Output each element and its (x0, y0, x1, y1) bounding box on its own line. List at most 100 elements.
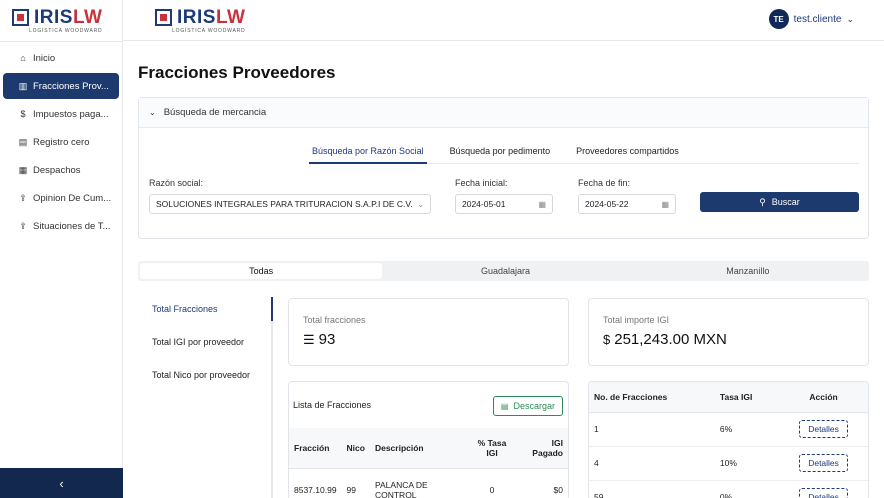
fracciones-table-wrap: Fracción Nico Descripción % Tasa IGI IGI… (289, 428, 568, 498)
chevron-down-icon: ⌄ (846, 13, 854, 24)
cell-tasa-igi: 6% (714, 412, 780, 447)
calendar-icon: ▦ (538, 199, 546, 209)
fracciones-list-card: Lista de Fracciones ▤ Descargar Fracción… (288, 381, 569, 498)
descargar-label: Descargar (513, 401, 555, 411)
chart-icon: ▥ (18, 80, 28, 91)
download-file-icon: ▤ (500, 401, 509, 411)
total-fracciones-card: Total fracciones ☰ 93 (288, 298, 569, 366)
cell-tasa-igi: 0% (714, 480, 780, 498)
avatar: TE (768, 9, 789, 29)
sidebar-nav: ⌂ Inicio ▥ Fracciones Prov... $ Impuestos p… (0, 45, 122, 239)
per-tasa-table: No. de Fracciones Tasa IGI Acción 1 6% D… (589, 382, 868, 498)
table-row: 4 10% Detalles (589, 446, 868, 481)
fecha-fin-value: 2024-05-22 (585, 199, 629, 209)
razon-social-value: SOLUCIONES INTEGRALES PARA TRITURACION S… (156, 199, 413, 209)
list-title: Lista de Fracciones (293, 400, 372, 410)
col-no-fracciones: No. de Fracciones (589, 382, 715, 413)
tab-total-igi-proveedor[interactable]: Total IGI por proveedor (152, 337, 244, 347)
total-igi-value-row: $ 251,243.00 MXN (603, 331, 727, 348)
logo-mark-icon (12, 8, 29, 26)
razon-social-select[interactable]: SOLUCIONES INTEGRALES PARA TRITURACION S… (149, 194, 431, 214)
sidebar-logo[interactable]: IRISLW LOGÍSTICA WOODWARD (0, 0, 122, 42)
sidebar-item-impuestos[interactable]: $ Impuestos paga... (3, 101, 119, 127)
dollar-icon: $ (20, 109, 26, 119)
tab-guadalajara[interactable]: Guadalajara (384, 261, 626, 281)
cell-descripcion: PALANCA DE CONTROL (369, 468, 468, 498)
sidebar-item-opinion[interactable]: ⇪ Opinion De Cum... (3, 185, 119, 211)
header-logo[interactable]: IRISLW LOGÍSTICA WOODWARD (155, 8, 245, 34)
table-row: 59 0% Detalles (589, 480, 868, 498)
col-accion: Acción (779, 382, 868, 413)
cell-no-fracciones: 59 (589, 480, 715, 498)
tab-manzanillo[interactable]: Manzanillo (627, 261, 869, 281)
accordion-title: Búsqueda de mercancia (163, 107, 267, 118)
cell-tasa-igi: 0 (467, 468, 517, 498)
user-menu[interactable]: TE test.cliente ⌄ (768, 9, 854, 29)
fecha-fin-input[interactable]: 2024-05-22 ▦ (578, 194, 676, 214)
search-accordion-header[interactable]: ⌄ Búsqueda de mercancia (139, 98, 868, 128)
sidebar-item-inicio[interactable]: ⌂ Inicio (3, 45, 119, 71)
calendar-icon: ▦ (661, 199, 669, 209)
chevron-down-icon: ⌄ (149, 108, 156, 117)
tab-razon-social[interactable]: Búsqueda por Razón Social (309, 146, 427, 164)
active-tab-indicator (271, 297, 273, 321)
total-igi-card: Total importe IGI $ 251,243.00 MXN (588, 298, 869, 366)
top-bar: IRISLW LOGÍSTICA WOODWARD TE test.client… (123, 0, 884, 41)
tab-pedimento[interactable]: Búsqueda por pedimento (447, 146, 554, 164)
table-header-row: No. de Fracciones Tasa IGI Acción (589, 382, 868, 413)
sidebar: IRISLW LOGÍSTICA WOODWARD ⌂ Inicio ▥ Fracc… (0, 0, 123, 498)
buscar-label: Buscar (771, 197, 800, 207)
total-igi-label: Total importe IGI (603, 315, 670, 325)
detalles-button[interactable]: Detalles (799, 420, 848, 438)
col-tasa-igi: % Tasa IGI (467, 428, 517, 469)
detalles-button[interactable]: Detalles (799, 454, 848, 472)
sidebar-item-registro[interactable]: ▤ Registro cero (3, 129, 119, 155)
sidebar-item-fracciones[interactable]: ▥ Fracciones Prov... (3, 73, 119, 99)
logo-text-iris: IRIS (34, 6, 73, 28)
fecha-fin-label: Fecha de fin: (578, 178, 631, 188)
descargar-button[interactable]: ▤ Descargar (492, 396, 563, 416)
fecha-inicial-input[interactable]: 2024-05-01 ▦ (455, 194, 553, 214)
tab-total-nico-proveedor[interactable]: Total Nico por proveedor (152, 370, 250, 380)
col-fraccion: Fracción (289, 428, 342, 469)
user-name: test.cliente (793, 13, 842, 25)
razon-social-label: Razón social: (149, 178, 204, 188)
cell-igi-pagado: $0 (516, 468, 568, 498)
logo-tagline: LOGÍSTICA WOODWARD (29, 27, 103, 34)
total-fracciones-label: Total fracciones (303, 315, 366, 325)
fecha-inicial-label: Fecha inicial: (455, 178, 508, 188)
tab-proveedores-compartidos[interactable]: Proveedores compartidos (573, 146, 682, 164)
vertical-tabs: Total Fracciones Total IGI por proveedor… (138, 297, 273, 498)
logo-text-lw: LW (215, 7, 246, 28)
tab-todas[interactable]: Todas (140, 263, 383, 279)
fracciones-table: Fracción Nico Descripción % Tasa IGI IGI… (289, 428, 568, 498)
page-title: Fracciones Proveedores (138, 63, 336, 82)
location-tabs: Todas Guadalajara Manzanillo (138, 261, 869, 281)
main-content: Fracciones Proveedores ⌄ Búsqueda de mer… (138, 41, 884, 498)
col-nico: Nico (341, 428, 370, 469)
detalles-button[interactable]: Detalles (799, 488, 848, 498)
sidebar-item-label: Registro cero (33, 136, 90, 148)
upload-icon: ⇪ (19, 220, 27, 231)
buscar-button[interactable]: ⚲ Buscar (700, 192, 859, 212)
col-tasa-igi: Tasa IGI (714, 382, 780, 413)
sidebar-item-label: Inicio (33, 52, 56, 64)
search-tabs: Búsqueda por Razón Social Búsqueda por p… (309, 146, 859, 164)
tab-total-fracciones[interactable]: Total Fracciones (152, 304, 218, 314)
sidebar-item-situaciones[interactable]: ⇪ Situaciones de T... (3, 213, 119, 239)
table-row: 1 6% Detalles (589, 412, 868, 447)
sidebar-collapse-button[interactable]: ‹ (0, 468, 123, 498)
calendar-icon: ▦ (18, 164, 28, 175)
sidebar-item-label: Fracciones Prov... (33, 80, 109, 92)
total-fracciones-value: 93 (318, 331, 336, 348)
fecha-inicial-value: 2024-05-01 (462, 199, 506, 209)
table-header-row: Fracción Nico Descripción % Tasa IGI IGI… (289, 428, 568, 469)
logo-mark-icon (155, 9, 172, 26)
col-igi-pagado: IGI Pagado (516, 428, 568, 469)
chevron-down-icon: ⌄ (417, 199, 424, 209)
search-icon: ⚲ (759, 196, 766, 207)
sidebar-item-despachos[interactable]: ▦ Despachos (3, 157, 119, 183)
total-fracciones-value-row: ☰ 93 (303, 331, 335, 348)
table-row[interactable]: 8537.10.99 99 PALANCA DE CONTROL 0 $0 (289, 468, 568, 498)
cell-nico: 99 (341, 468, 370, 498)
